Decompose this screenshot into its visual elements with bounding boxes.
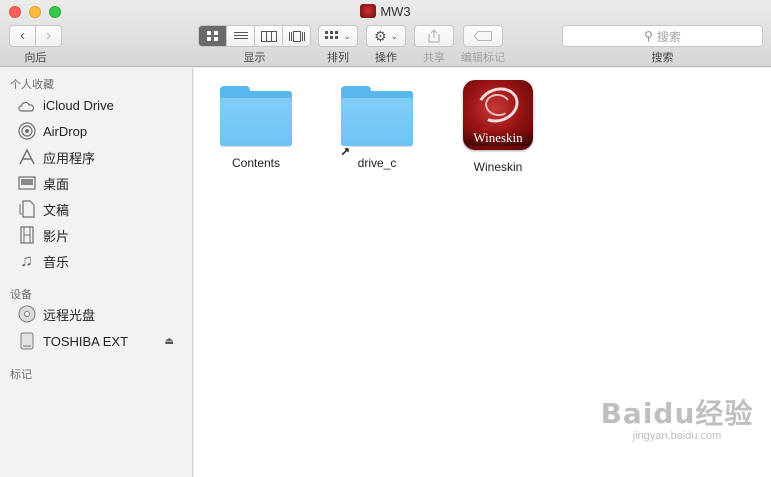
search-label: 搜索 <box>651 52 674 64</box>
app-item-wineskin[interactable]: Wineskin Wineskin <box>443 80 553 174</box>
window-title: MW3 <box>0 4 771 19</box>
sidebar-item-movies[interactable]: 影片 <box>17 224 187 246</box>
share-label: 共享 <box>423 52 445 64</box>
folder-item-contents[interactable]: Contents <box>201 86 311 170</box>
share-button[interactable] <box>414 25 454 47</box>
sidebar-item-music[interactable]: ♫ 音乐 <box>17 250 187 272</box>
disc-icon <box>17 305 36 323</box>
alias-arrow-icon: ↗ <box>339 145 351 159</box>
sidebar-item-label: 远程光盘 <box>43 307 96 323</box>
magnifier-icon: ⚲ <box>644 29 653 43</box>
back-forward-control: ‹ › <box>9 25 62 47</box>
item-name: Wineskin <box>473 160 523 174</box>
sidebar-item-label: 影片 <box>43 228 70 244</box>
cover-flow-view-button[interactable] <box>282 26 310 46</box>
sidebar-item-label: iCloud Drive <box>43 97 114 113</box>
applications-icon <box>17 148 36 166</box>
icon-view-icon <box>206 31 218 41</box>
gear-icon: ⚙ <box>373 27 387 44</box>
search-placeholder: 搜索 <box>656 29 681 44</box>
cover-flow-icon <box>288 30 305 42</box>
sidebar-item-label: 文稿 <box>43 202 70 218</box>
column-view-icon <box>260 30 277 42</box>
view-mode-label: 显示 <box>243 52 266 64</box>
item-name: drive_c <box>357 156 397 170</box>
devices-heading: 设备 <box>10 289 32 301</box>
edit-tags-label: 编辑标记 <box>461 52 505 64</box>
arrange-grid-icon <box>325 31 339 39</box>
folder-icon <box>220 86 292 148</box>
action-button[interactable]: ⚙ ⌄ <box>366 25 406 47</box>
sidebar-item-label: 桌面 <box>43 176 70 192</box>
chevron-down-icon: ⌄ <box>390 30 399 41</box>
watermark-logo-text: Baidu经验 <box>600 397 754 430</box>
edit-tags-button[interactable] <box>463 25 503 47</box>
sidebar-item-icloud-drive[interactable]: iCloud Drive <box>17 94 187 116</box>
arrange-button[interactable]: ⌄ <box>318 25 358 47</box>
view-mode-control <box>198 25 311 47</box>
item-name: Contents <box>231 156 281 170</box>
sidebar-item-toshiba-ext[interactable]: TOSHIBA EXT ⏏ <box>17 330 187 352</box>
wineskin-app-icon <box>360 4 377 18</box>
desktop-icon <box>17 174 36 192</box>
action-label: 操作 <box>375 52 397 64</box>
column-view-button[interactable] <box>254 26 282 46</box>
sidebar-item-label: 音乐 <box>43 254 70 270</box>
sidebar-item-applications[interactable]: 应用程序 <box>17 146 187 168</box>
back-button[interactable]: ‹ <box>10 26 35 46</box>
sidebar: 个人收藏 iCloud Drive AirDrop 应用程序 桌面 文稿 影片 … <box>0 68 193 477</box>
toolbar: MW3 ‹ › 向后 显示 ⌄ 排列 ⚙ ⌄ 操作 共享 编辑标记 ⚲ 搜索 搜… <box>0 0 771 67</box>
wineskin-brand-text: Wineskin <box>463 130 533 146</box>
sidebar-item-label: AirDrop <box>43 123 88 139</box>
search-input[interactable]: ⚲ 搜索 <box>562 25 763 47</box>
sidebar-item-label: TOSHIBA EXT <box>43 333 129 349</box>
share-icon <box>428 29 440 43</box>
sidebar-item-documents[interactable]: 文稿 <box>17 198 187 220</box>
back-forward-label: 向后 <box>24 52 47 64</box>
arrange-label: 排列 <box>327 52 349 64</box>
tags-heading: 标记 <box>10 369 32 381</box>
tag-icon <box>474 31 492 41</box>
favorites-heading: 个人收藏 <box>10 79 54 91</box>
sidebar-item-airdrop[interactable]: AirDrop <box>17 120 187 142</box>
list-view-icon <box>233 32 248 39</box>
forward-button[interactable]: › <box>35 26 61 46</box>
cloud-icon <box>17 96 36 114</box>
sidebar-item-remote-disc[interactable]: 远程光盘 <box>17 303 187 325</box>
folder-alias-icon: ↗ <box>339 86 413 158</box>
list-view-button[interactable] <box>226 26 254 46</box>
wineskin-icon: Wineskin <box>463 80 533 150</box>
eject-icon[interactable]: ⏏ <box>165 336 174 347</box>
external-drive-icon <box>17 332 36 350</box>
watermark: Baidu经验 jingyan.baidu.com <box>592 392 762 442</box>
sidebar-item-label: 应用程序 <box>43 150 96 166</box>
chevron-down-icon: ⌄ <box>343 30 351 41</box>
documents-icon <box>17 200 36 218</box>
film-icon <box>17 226 36 244</box>
window-title-text: MW3 <box>380 4 411 19</box>
sidebar-item-desktop[interactable]: 桌面 <box>17 172 187 194</box>
airdrop-icon <box>17 122 36 140</box>
music-note-icon: ♫ <box>20 251 33 270</box>
folder-item-drive-c[interactable]: ↗ drive_c <box>322 86 432 170</box>
icon-view-button[interactable] <box>199 26 226 46</box>
